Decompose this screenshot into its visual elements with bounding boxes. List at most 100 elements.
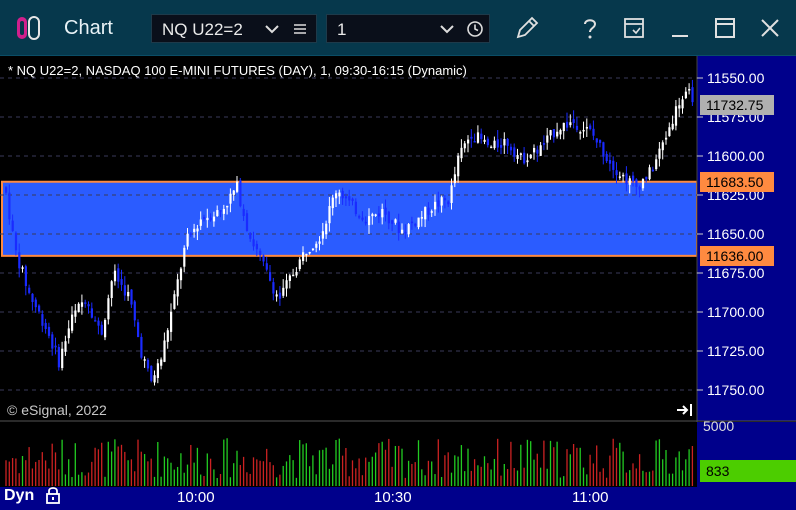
candle-body — [348, 196, 351, 201]
time-label: 10:00 — [177, 489, 215, 506]
candle-body — [97, 320, 100, 326]
candle-body — [658, 148, 661, 159]
candle-body — [153, 375, 156, 383]
candle-body — [311, 248, 315, 250]
candle-body — [450, 185, 453, 203]
candle-body — [579, 132, 582, 134]
candle-body — [328, 206, 331, 224]
candle-body — [526, 160, 529, 163]
candle-body — [374, 214, 377, 216]
candle-body — [381, 209, 384, 218]
candle-body — [440, 197, 443, 206]
candle-body — [8, 192, 11, 220]
price-tick-label: 11725.00 — [707, 343, 765, 359]
candle-body — [364, 221, 367, 224]
candle-body — [245, 213, 249, 231]
candle-body — [420, 217, 423, 219]
candle-body — [331, 197, 334, 209]
candle-body — [463, 143, 466, 149]
candle-body — [341, 190, 344, 199]
candle-body — [546, 135, 549, 143]
candle-body — [453, 174, 456, 184]
candle-body — [645, 176, 648, 180]
candle-body — [67, 328, 70, 339]
candle-body — [74, 310, 77, 317]
candle-body — [410, 221, 414, 224]
candle-body — [483, 139, 486, 142]
candle-body — [292, 274, 295, 277]
candle-body — [351, 198, 354, 201]
candle-body — [113, 270, 117, 282]
candle-body — [335, 193, 338, 199]
candle-body — [651, 169, 654, 172]
candle-body — [496, 139, 499, 148]
candle-body — [566, 121, 569, 128]
candle-body — [206, 217, 209, 221]
candle-body — [160, 359, 163, 366]
lock-icon[interactable] — [44, 485, 62, 505]
candle-body — [199, 219, 202, 226]
candle-body — [186, 233, 189, 247]
candle-body — [107, 298, 110, 320]
volume-current-label: 833 — [706, 463, 730, 479]
candle-body — [41, 314, 44, 326]
candle-body — [599, 139, 602, 143]
price-tick-label: 11550.00 — [707, 70, 765, 86]
candle-body — [252, 239, 255, 247]
candle-body — [14, 232, 18, 251]
chart-header: * NQ U22=2, NASDAQ 100 E-MINI FUTURES (D… — [8, 63, 467, 78]
go-to-end-icon[interactable] — [676, 402, 694, 418]
candle-body — [77, 303, 80, 313]
candle-body — [582, 129, 585, 132]
candle-body — [605, 153, 608, 162]
candle-body — [278, 292, 282, 299]
candle-body — [242, 208, 245, 216]
candle-body — [288, 275, 291, 281]
dynamic-mode-label[interactable]: Dyn — [4, 487, 34, 505]
candle-body — [193, 228, 196, 232]
candle-body — [295, 271, 298, 276]
candle-body — [38, 305, 41, 312]
candle-body — [226, 205, 229, 208]
candle-body — [559, 130, 562, 135]
candle-body — [691, 87, 694, 103]
candle-body — [21, 267, 24, 269]
price-tick-label: 11600.00 — [707, 148, 765, 164]
candle-body — [562, 122, 565, 132]
candle-body — [473, 140, 476, 143]
candle-body — [51, 334, 54, 349]
candle-body — [203, 217, 206, 220]
candle-body — [325, 223, 328, 235]
candle-body — [298, 259, 301, 270]
candle-body — [209, 217, 212, 221]
candle-body — [523, 152, 526, 164]
candle-body — [133, 301, 136, 321]
candle-body — [120, 279, 123, 285]
candle-body — [503, 139, 506, 146]
candle-body — [130, 289, 133, 305]
candle-body — [394, 219, 397, 223]
price-tick-label: 11675.00 — [707, 265, 765, 281]
candle-body — [146, 359, 150, 369]
candle-body — [61, 348, 64, 368]
candle-body — [127, 291, 130, 297]
candle-body — [344, 196, 348, 199]
candle-body — [18, 252, 21, 269]
candle-body — [437, 200, 440, 207]
candle-body — [117, 268, 120, 282]
candle-body — [595, 138, 598, 143]
candle-body — [648, 167, 651, 180]
candle-body — [625, 173, 628, 185]
candle-body — [688, 88, 691, 91]
candle-body — [589, 125, 592, 130]
candle-body — [674, 106, 678, 126]
candle-body — [354, 201, 357, 215]
candle-body — [684, 91, 687, 99]
candle-body — [265, 263, 268, 270]
candle-body — [427, 207, 430, 215]
candle-body — [542, 143, 546, 145]
candle-body — [641, 178, 645, 189]
candle-body — [443, 198, 447, 201]
zone-top-label: 11683.50 — [706, 174, 764, 190]
candle-body — [377, 213, 381, 217]
